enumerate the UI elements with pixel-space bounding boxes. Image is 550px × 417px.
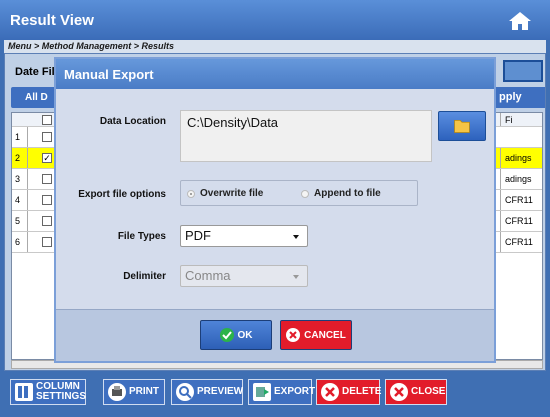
row-number: 4 bbox=[12, 190, 28, 210]
row-number: 6 bbox=[12, 232, 28, 252]
close-button[interactable]: CLOSE bbox=[385, 379, 447, 405]
data-location-field[interactable]: C:\Density\Data bbox=[180, 110, 432, 162]
columns-icon bbox=[15, 383, 33, 401]
append-label: Append to file bbox=[314, 188, 381, 199]
browse-folder-button[interactable] bbox=[438, 111, 486, 141]
window-title: Result View bbox=[10, 12, 94, 29]
delimiter-value: Comma bbox=[185, 268, 231, 283]
row-file: CFR11 bbox=[500, 190, 542, 210]
title-bar: Result View bbox=[0, 0, 550, 40]
data-location-label: Data Location bbox=[99, 116, 166, 127]
delimiter-select: Comma bbox=[180, 265, 308, 287]
overwrite-radio[interactable]: Overwrite file bbox=[187, 188, 263, 199]
select-all-checkbox[interactable] bbox=[42, 115, 52, 125]
row-file: CFR11 bbox=[500, 211, 542, 231]
manual-export-dialog: Manual Export Data Location C:\Density\D… bbox=[54, 57, 496, 363]
check-icon bbox=[219, 328, 234, 342]
export-label: EXPORT bbox=[274, 386, 316, 397]
chevron-down-icon bbox=[293, 275, 299, 279]
radio-unselected-icon bbox=[301, 189, 309, 198]
bottom-toolbar: COLUMN SETTINGS PRINT PREVIEW EXPORT DEL… bbox=[0, 371, 550, 417]
row-number: 3 bbox=[12, 169, 28, 189]
file-types-label: File Types bbox=[117, 231, 166, 242]
apply-button[interactable]: pply bbox=[495, 87, 545, 108]
row-checkbox[interactable] bbox=[42, 132, 52, 142]
cancel-button[interactable]: CANCEL bbox=[280, 320, 352, 350]
home-icon[interactable] bbox=[508, 10, 532, 32]
print-label: PRINT bbox=[129, 386, 159, 397]
chevron-down-icon bbox=[293, 235, 299, 239]
file-column-header: Fi bbox=[500, 113, 542, 126]
all-dates-button[interactable]: All D bbox=[11, 87, 59, 108]
overwrite-label: Overwrite file bbox=[200, 188, 264, 199]
magnifier-icon bbox=[176, 383, 194, 401]
file-types-select[interactable]: PDF bbox=[180, 225, 308, 247]
row-checkbox[interactable] bbox=[42, 174, 52, 184]
row-checkbox[interactable] bbox=[42, 195, 52, 205]
row-file: CFR11 bbox=[500, 232, 542, 252]
printer-icon bbox=[108, 383, 126, 401]
radio-selected-icon bbox=[187, 189, 195, 198]
cancel-label: CANCEL bbox=[304, 329, 346, 341]
column-settings-label: COLUMN SETTINGS bbox=[36, 381, 87, 402]
row-number: 2 bbox=[12, 148, 28, 168]
row-checkbox[interactable] bbox=[42, 216, 52, 226]
cancel-icon bbox=[286, 328, 301, 342]
row-number: 1 bbox=[12, 127, 28, 147]
export-options-group: Overwrite file Append to file bbox=[180, 180, 418, 206]
print-button[interactable]: PRINT bbox=[103, 379, 165, 405]
ok-label: OK bbox=[237, 329, 253, 341]
export-button[interactable]: EXPORT bbox=[248, 379, 316, 405]
folder-icon bbox=[454, 120, 470, 133]
file-types-value: PDF bbox=[185, 228, 211, 243]
close-label: CLOSE bbox=[411, 386, 446, 397]
export-icon bbox=[253, 383, 271, 401]
column-settings-button[interactable]: COLUMN SETTINGS bbox=[10, 379, 86, 405]
row-file: adings bbox=[500, 169, 542, 189]
row-checkbox[interactable]: ✓ bbox=[42, 153, 52, 163]
preview-label: PREVIEW bbox=[197, 386, 244, 397]
close-icon bbox=[390, 383, 408, 401]
preview-button[interactable]: PREVIEW bbox=[171, 379, 243, 405]
delete-icon bbox=[321, 383, 339, 401]
delimiter-label: Delimiter bbox=[123, 271, 166, 282]
row-number: 5 bbox=[12, 211, 28, 231]
date-filter-label: Date Fil bbox=[15, 66, 55, 78]
dialog-footer: OK CANCEL bbox=[56, 309, 494, 361]
export-options-label: Export file options bbox=[78, 189, 166, 200]
dialog-title: Manual Export bbox=[56, 59, 494, 89]
row-checkbox[interactable] bbox=[42, 237, 52, 247]
breadcrumb: Menu > Method Management > Results bbox=[4, 40, 546, 53]
ok-button[interactable]: OK bbox=[200, 320, 272, 350]
date-filter-field[interactable] bbox=[503, 60, 543, 82]
row-file: adings bbox=[500, 148, 542, 168]
append-radio[interactable]: Append to file bbox=[301, 188, 381, 199]
delete-label: DELETE bbox=[342, 386, 382, 397]
delete-button[interactable]: DELETE bbox=[316, 379, 382, 405]
